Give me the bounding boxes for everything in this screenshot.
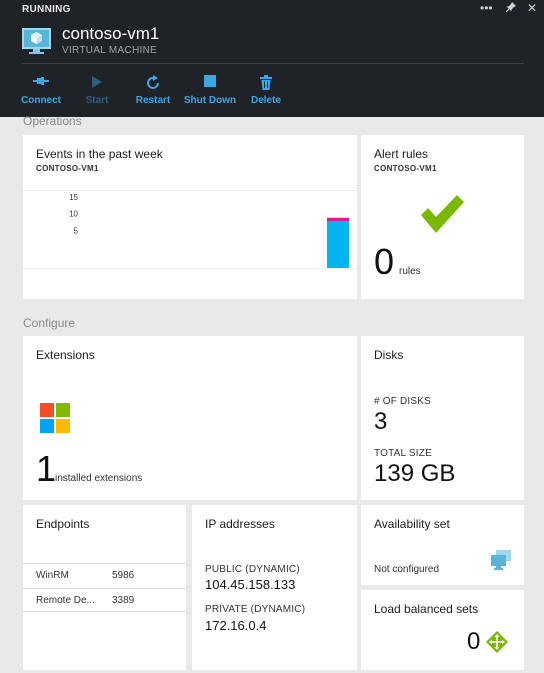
chart-bar-segment xyxy=(327,221,349,268)
pin-icon[interactable] xyxy=(505,1,517,16)
blade-topbar: RUNNING ••• ✕ xyxy=(0,0,544,20)
y-tick-label: 5 xyxy=(74,226,79,235)
disks-tile[interactable]: Disks # OF DISKS 3 TOTAL SIZE 139 GB xyxy=(361,336,524,500)
section-configure: Configure xyxy=(23,316,76,330)
events-chart-svg: 2015105 xyxy=(69,193,349,268)
disks-count: 3 xyxy=(374,408,388,435)
extensions-count: 1 xyxy=(36,448,57,489)
endpoints-tile[interactable]: Endpoints WinRM 5986 Remote De... 3389 xyxy=(23,505,186,670)
availability-value: Not configured xyxy=(374,564,440,575)
availability-set-tile[interactable]: Availability set Not configured xyxy=(361,505,524,585)
blade-header: RUNNING ••• ✕ contoso-vm1 VIRTUAL MACHIN… xyxy=(0,0,544,117)
page-subtitle: VIRTUAL MACHINE xyxy=(62,45,158,56)
ip-public-label: PUBLIC (DYNAMIC) xyxy=(205,564,300,575)
extensions-tile[interactable]: Extensions 1 installed extensions xyxy=(23,336,357,500)
disks-size: 139 GB xyxy=(374,460,456,487)
header-divider xyxy=(22,63,524,64)
alert-rules-tile[interactable]: Alert rules CONTOSO-VM1 0 rules xyxy=(361,135,524,299)
y-tick-label: 10 xyxy=(69,210,78,219)
alert-rules-title: Alert rules xyxy=(374,147,429,161)
endpoints-title: Endpoints xyxy=(36,517,90,531)
ip-private-value: 172.16.0.4 xyxy=(205,618,267,633)
extensions-unit: installed extensions xyxy=(55,473,143,484)
endpoint-port: 3389 xyxy=(112,595,135,606)
load-balanced-count: 0 xyxy=(467,628,481,655)
endpoint-port: 5986 xyxy=(112,570,135,581)
alert-rules-subtitle: CONTOSO-VM1 xyxy=(374,164,437,173)
delete-label: Delete xyxy=(250,95,281,106)
events-subtitle: CONTOSO-VM1 xyxy=(36,164,99,173)
ip-title: IP addresses xyxy=(205,517,275,531)
endpoint-row[interactable]: WinRM 5986 xyxy=(23,563,186,587)
availability-set-icon xyxy=(491,550,511,570)
shut-down-label: Shut Down xyxy=(183,95,237,106)
load-balanced-sets-tile[interactable]: Load balanced sets 0 xyxy=(361,590,524,670)
disks-size-label: TOTAL SIZE xyxy=(374,448,432,459)
y-tick-label: 15 xyxy=(69,193,78,202)
events-tile[interactable]: Events in the past week CONTOSO-VM1 2015… xyxy=(23,135,357,299)
endpoint-name: Remote De... xyxy=(36,595,95,606)
events-chart: 2015105 xyxy=(23,190,357,269)
alert-rules-unit: rules xyxy=(399,266,421,277)
section-operations: Operations xyxy=(23,114,82,128)
extensions-title: Extensions xyxy=(36,348,95,362)
chart-bar-segment xyxy=(327,217,349,222)
more-icon[interactable]: ••• xyxy=(480,1,493,15)
windows-logo-icon xyxy=(40,403,70,433)
restart-label: Restart xyxy=(135,95,171,106)
availability-title: Availability set xyxy=(374,517,450,531)
disks-title: Disks xyxy=(374,348,404,362)
load-balanced-title: Load balanced sets xyxy=(374,602,479,616)
connect-label: Connect xyxy=(21,95,61,106)
virtual-machine-icon xyxy=(21,27,52,55)
page-title: contoso-vm1 xyxy=(62,24,160,43)
endpoint-row[interactable]: Remote De... 3389 xyxy=(23,588,186,612)
endpoints-list: WinRM 5986 Remote De... 3389 xyxy=(23,563,186,613)
events-title: Events in the past week xyxy=(36,147,163,161)
load-balancer-icon xyxy=(486,631,508,653)
alert-rules-count: 0 xyxy=(374,241,395,282)
trash-icon xyxy=(231,75,301,93)
checkmark-icon xyxy=(421,195,464,233)
endpoint-name: WinRM xyxy=(36,570,69,581)
ip-addresses-tile[interactable]: IP addresses PUBLIC (DYNAMIC) 104.45.158… xyxy=(192,505,357,670)
ip-private-label: PRIVATE (DYNAMIC) xyxy=(205,604,306,615)
ip-public-value: 104.45.158.133 xyxy=(205,577,296,592)
disks-count-label: # OF DISKS xyxy=(374,396,432,407)
status-label: RUNNING xyxy=(22,4,71,15)
close-icon[interactable]: ✕ xyxy=(527,1,537,15)
delete-button[interactable]: Delete xyxy=(231,75,301,106)
start-label: Start xyxy=(85,95,109,106)
